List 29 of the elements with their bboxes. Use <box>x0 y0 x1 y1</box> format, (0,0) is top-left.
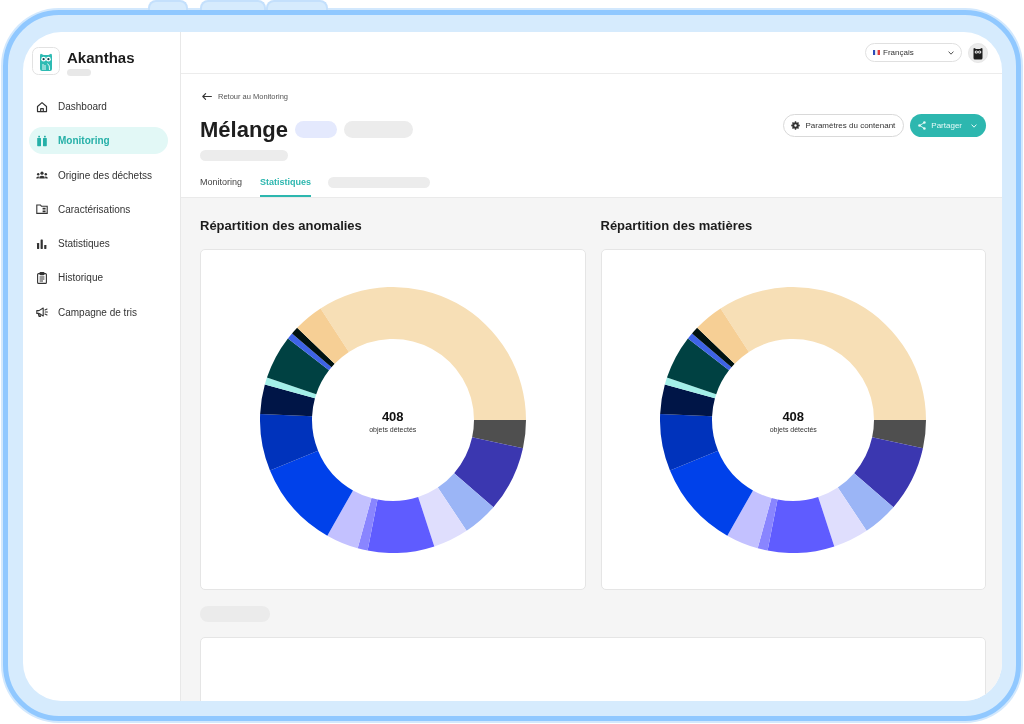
nav-item[interactable]: Historique <box>29 264 168 292</box>
brand-name: Akanthas <box>67 49 135 67</box>
chart-title: Répartition des anomalies <box>200 218 363 234</box>
owl-logo-icon <box>32 47 60 75</box>
settings-icon <box>791 121 801 130</box>
arrow-left-icon <box>202 93 212 100</box>
nav-item[interactable]: Caractérisations <box>29 195 168 223</box>
flag-icon <box>873 50 880 55</box>
folder-icon <box>36 203 48 216</box>
chevron-down-icon <box>948 50 954 55</box>
page-title: Mélange <box>200 116 289 143</box>
bottles-icon <box>36 134 48 147</box>
nav-item[interactable]: Origine des déchetss <box>29 161 168 189</box>
users-icon <box>36 169 48 182</box>
bar-chart-icon <box>36 237 48 250</box>
megaphone-icon <box>36 306 48 319</box>
home-icon <box>36 100 48 113</box>
nav-item[interactable]: Campagne de tris <box>29 298 168 326</box>
share-icon <box>918 121 927 130</box>
tab[interactable]: Monitoring <box>200 168 243 197</box>
settings-button[interactable]: Paramètres du contenant <box>783 114 905 137</box>
clipboard-icon <box>36 272 48 284</box>
language-select[interactable]: Français <box>865 43 962 62</box>
loading-placeholder <box>295 121 338 138</box>
owl-avatar-icon[interactable] <box>968 42 988 63</box>
chevron-down-icon <box>971 123 977 128</box>
nav-item[interactable]: Statistiques <box>29 230 168 258</box>
nav-item[interactable]: Dashboard <box>29 93 168 120</box>
chart-title: Répartition des matières <box>600 218 754 234</box>
